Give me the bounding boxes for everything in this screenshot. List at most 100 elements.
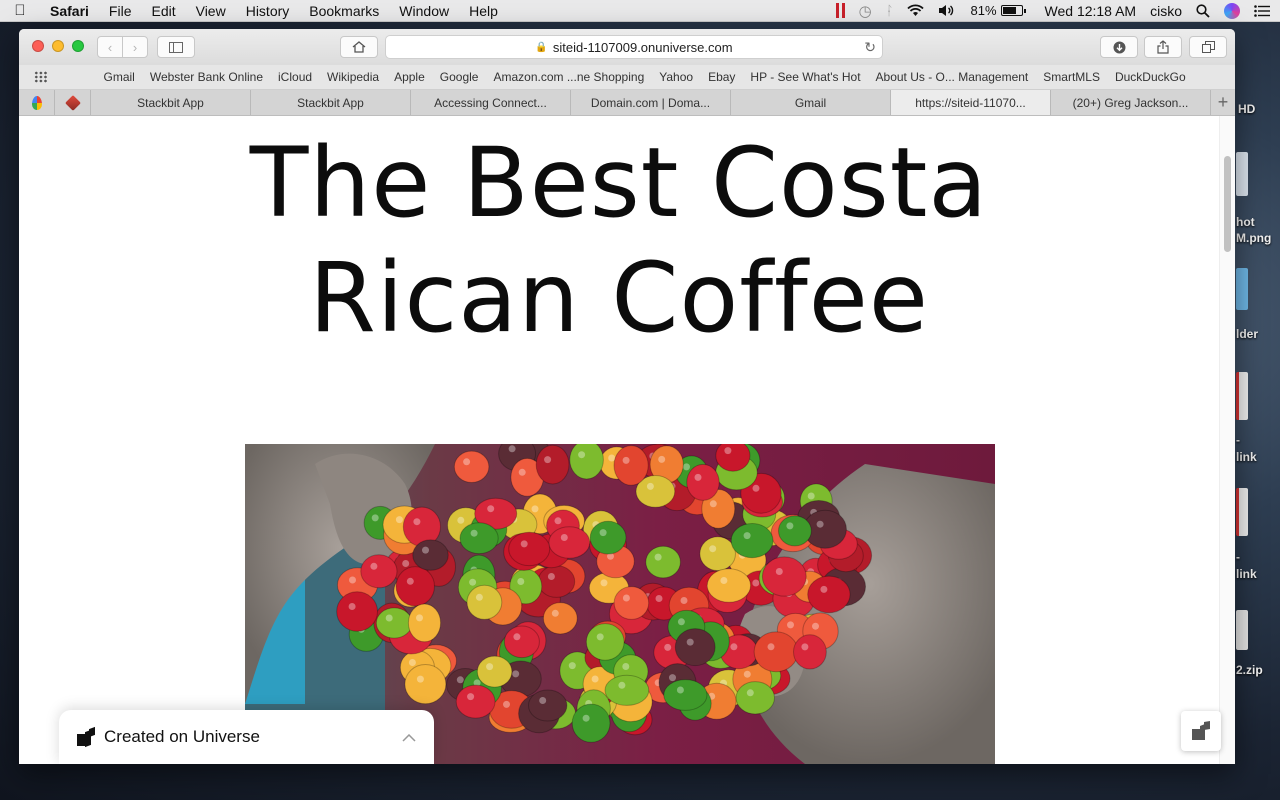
google-maps-icon	[31, 95, 42, 110]
menu-edit[interactable]: Edit	[141, 0, 185, 22]
web-page: The Best Costa Rican Coffee Created on U…	[19, 116, 1235, 764]
desktop-label-hd[interactable]: HD	[1238, 102, 1255, 116]
menu-window[interactable]: Window	[389, 0, 459, 22]
favorite-link[interactable]: About Us - O... Management	[868, 70, 1036, 84]
cherry-highlight	[622, 456, 630, 464]
address-bar[interactable]: 🔒 siteid-1107009.onuniverse.com ↻	[385, 35, 883, 59]
browser-tab[interactable]: Stackbit App	[251, 90, 411, 115]
cherry-highlight	[348, 603, 356, 610]
volume-icon[interactable]	[938, 4, 956, 17]
forward-button[interactable]: ›	[122, 36, 148, 58]
desktop-file-thumbnail[interactable]	[1236, 152, 1248, 196]
clock[interactable]: Wed 12:18 AM	[1045, 3, 1137, 19]
cherry-highlight	[786, 522, 794, 530]
browser-tab[interactable]: (20+) Greg Jackson...	[1051, 90, 1211, 115]
coffee-cherry	[508, 531, 551, 567]
menu-bookmarks[interactable]: Bookmarks	[299, 0, 389, 22]
cherry-highlight	[807, 492, 815, 500]
menu-app-safari[interactable]: Safari	[40, 0, 99, 22]
cherry-highlight	[752, 484, 760, 492]
coffee-cherry	[613, 445, 649, 486]
battery-icon[interactable]	[1000, 5, 1026, 16]
chevron-up-icon[interactable]	[402, 729, 416, 745]
browser-tab[interactable]: Stackbit App	[91, 90, 251, 115]
desktop-label-folder[interactable]: lder	[1236, 327, 1258, 341]
desktop-file-thumbnail[interactable]	[1236, 488, 1248, 536]
menu-help[interactable]: Help	[459, 0, 508, 22]
minimize-window-button[interactable]	[52, 40, 64, 52]
desktop-label-screenshot[interactable]: hot	[1236, 215, 1255, 229]
favorite-link[interactable]: Wikipedia	[320, 70, 387, 84]
browser-tab[interactable]: Accessing Connect...	[411, 90, 571, 115]
page-scrollbar-thumb[interactable]	[1224, 156, 1231, 252]
show-all-tabs-button[interactable]	[1189, 36, 1227, 58]
coffee-cherry	[548, 526, 591, 559]
menu-view[interactable]: View	[186, 0, 236, 22]
downloads-button[interactable]	[1100, 36, 1138, 58]
favorite-link[interactable]: Google	[432, 70, 486, 84]
universe-menu-button[interactable]	[1181, 711, 1221, 751]
desktop-file-thumbnail[interactable]	[1236, 372, 1248, 420]
browser-tab[interactable]: Gmail	[731, 90, 891, 115]
desktop-zip-icon[interactable]	[1236, 610, 1248, 650]
coffee-cherry	[585, 623, 625, 661]
desktop-label-dash[interactable]: -	[1236, 433, 1240, 447]
desktop-label-zip[interactable]: 2.zip	[1236, 663, 1263, 677]
apple-menu-icon[interactable]: 	[0, 2, 40, 19]
favorite-link[interactable]: Webster Bank Online	[142, 70, 270, 84]
menu-history[interactable]: History	[236, 0, 300, 22]
reload-icon[interactable]: ↻	[864, 39, 876, 56]
pinned-tab-stackbit[interactable]	[55, 90, 91, 115]
home-button[interactable]	[340, 36, 378, 58]
url-text[interactable]: siteid-1107009.onuniverse.com	[553, 40, 733, 55]
desktop-label-dash[interactable]: -	[1236, 550, 1240, 564]
download-icon	[1113, 41, 1125, 53]
notification-center-icon[interactable]	[1254, 4, 1270, 17]
bluetooth-icon[interactable]: ᛛ	[886, 3, 894, 18]
favorite-link[interactable]: iCloud	[271, 70, 320, 84]
browser-toolbar: ‹ › 🔒 siteid-1107009.onuniverse.com ↻	[19, 29, 1235, 65]
apps-grid-icon[interactable]	[34, 71, 48, 83]
favorite-link[interactable]: Amazon.com ...ne Shopping	[486, 70, 652, 84]
maximize-window-button[interactable]	[72, 40, 84, 52]
desktop-label-link[interactable]: link	[1236, 450, 1257, 464]
cherry-highlight	[596, 633, 604, 641]
share-button[interactable]	[1144, 36, 1182, 58]
favorite-link[interactable]: DuckDuckGo	[1107, 70, 1193, 84]
browser-tab[interactable]: Domain.com | Doma...	[571, 90, 731, 115]
favorite-link[interactable]: HP - See What's Hot	[743, 70, 868, 84]
desktop-folder-icon[interactable]	[1236, 268, 1248, 310]
cherry-highlight	[591, 675, 599, 683]
cherry-highlight	[512, 670, 520, 678]
wifi-icon[interactable]	[907, 4, 925, 17]
favorite-link[interactable]: Apple	[387, 70, 433, 84]
desktop-label-link[interactable]: link	[1236, 567, 1257, 581]
pinned-tab-maps[interactable]	[19, 90, 55, 115]
cherry-highlight	[371, 514, 379, 522]
back-button[interactable]: ‹	[97, 36, 123, 58]
time-machine-icon[interactable]: ◷	[859, 2, 872, 20]
cherry-highlight	[677, 618, 685, 626]
siri-icon[interactable]	[1224, 2, 1240, 19]
desktop-label-screenshot-ext[interactable]: M.png	[1236, 231, 1271, 245]
sidebar-toggle-button[interactable]	[157, 36, 195, 58]
new-tab-button[interactable]: +	[1211, 90, 1235, 115]
coffee-cherry	[412, 539, 449, 571]
cherry-highlight	[544, 456, 552, 464]
cherry-highlight	[694, 473, 702, 481]
created-on-universe-badge[interactable]: Created on Universe	[59, 710, 434, 764]
user-name[interactable]: cisko	[1150, 3, 1182, 19]
favorite-link[interactable]: Gmail	[96, 70, 142, 84]
favorite-link[interactable]: Ebay	[701, 70, 743, 84]
recording-indicator-icon[interactable]	[835, 3, 845, 18]
menu-file[interactable]: File	[99, 0, 142, 22]
spotlight-search-icon[interactable]	[1196, 3, 1210, 18]
coffee-cherry	[476, 655, 513, 688]
favorite-link[interactable]: SmartMLS	[1036, 70, 1108, 84]
cherry-highlight	[720, 577, 728, 584]
browser-tab[interactable]: https://siteid-11070...	[891, 90, 1051, 115]
favorite-link[interactable]: Yahoo	[652, 70, 701, 84]
cherry-highlight	[508, 445, 516, 453]
coffee-cherry	[455, 684, 496, 719]
close-window-button[interactable]	[32, 40, 44, 52]
